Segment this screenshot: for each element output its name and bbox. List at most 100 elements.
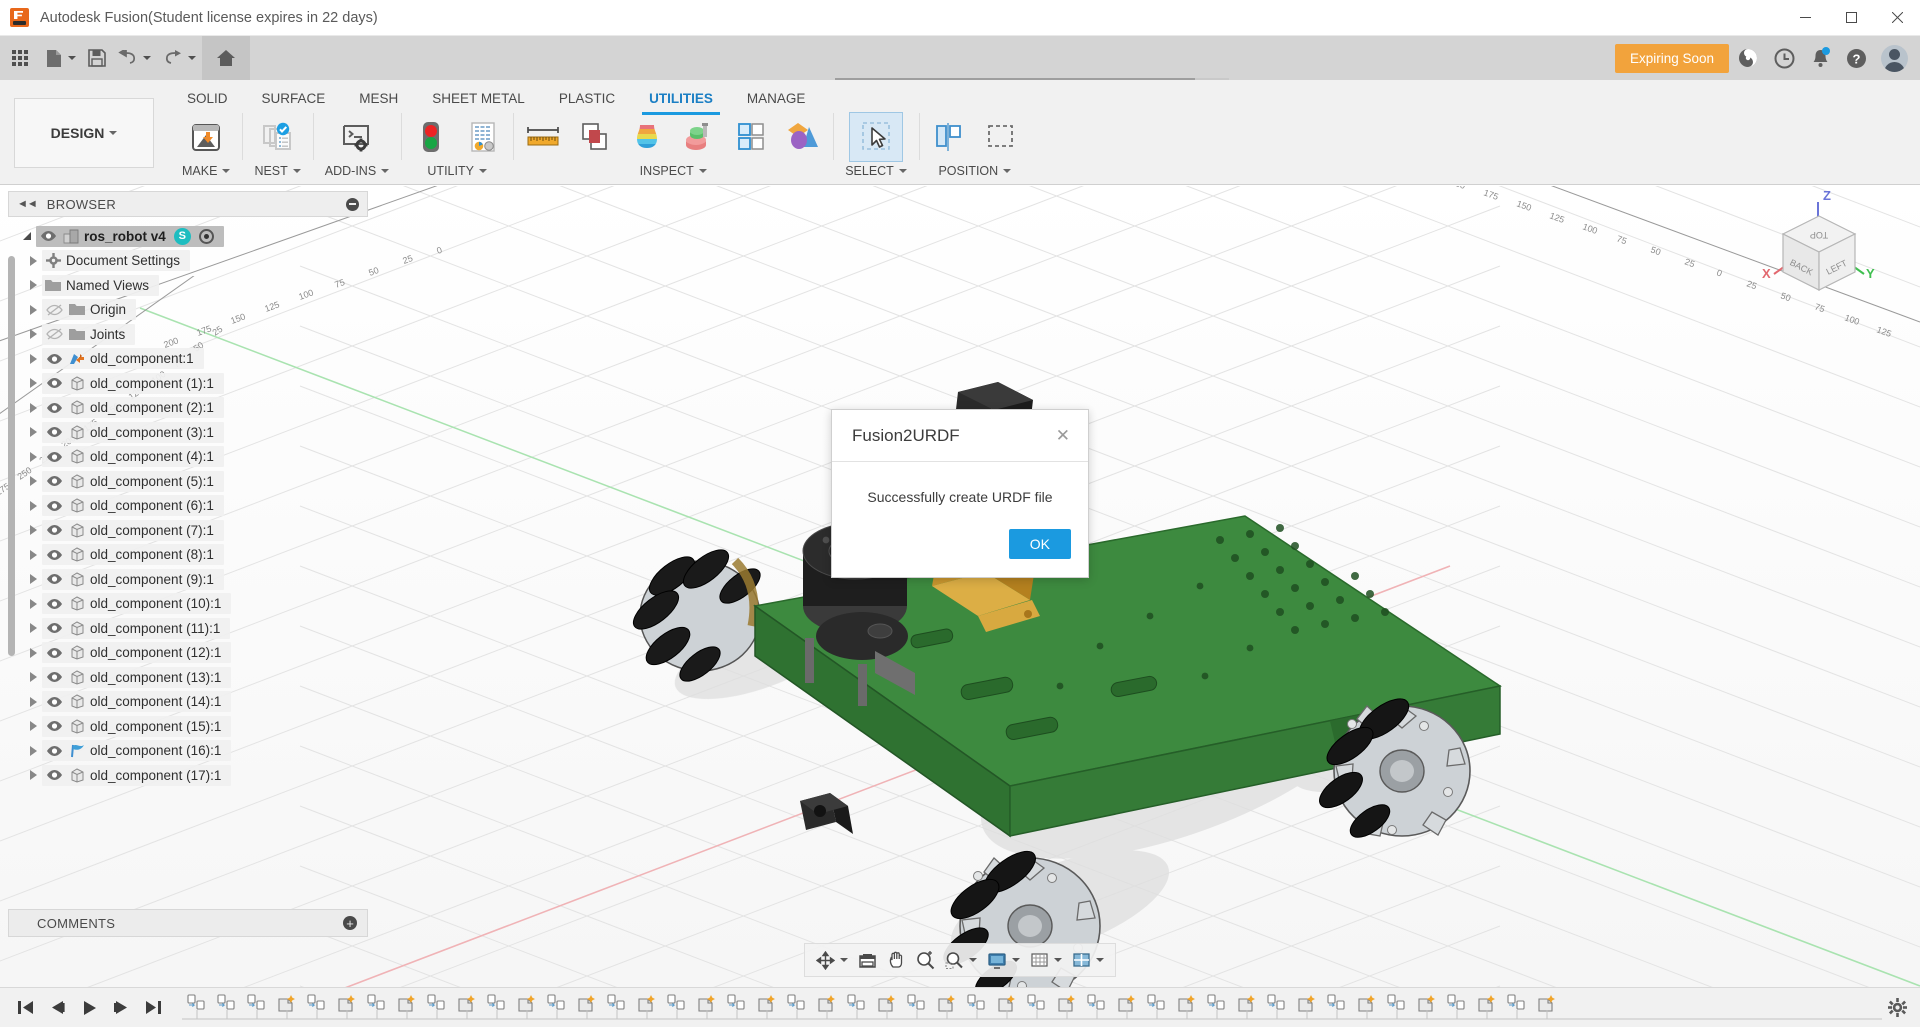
- close-icon[interactable]: ✕: [1052, 423, 1074, 448]
- tree-node-component-3[interactable]: old_component (3):1: [0, 420, 376, 445]
- tree-node-component-2[interactable]: old_component (2):1: [0, 396, 376, 421]
- tree-node-root[interactable]: ros_robot v4 S: [0, 224, 376, 249]
- eye-visible-icon[interactable]: [42, 353, 66, 365]
- panel-add-ins-label[interactable]: ADD-INS: [317, 162, 397, 182]
- go-to-end-button[interactable]: [138, 993, 168, 1023]
- spreadsheet-tool[interactable]: [457, 113, 509, 161]
- panel-position-label[interactable]: POSITION: [930, 162, 1019, 182]
- tree-node-component-9[interactable]: old_component (9):1: [0, 567, 376, 592]
- radio-selected-icon[interactable]: [198, 228, 214, 244]
- align-tool[interactable]: [923, 113, 975, 161]
- tree-node-component-4[interactable]: old_component (4):1: [0, 445, 376, 470]
- expand-twisty[interactable]: [24, 696, 42, 707]
- step-forward-button[interactable]: [106, 993, 136, 1023]
- tree-node-component-13[interactable]: old_component (13):1: [0, 665, 376, 690]
- tree-node-component-17[interactable]: old_component (17):1: [0, 763, 376, 788]
- new-document-button[interactable]: [40, 36, 82, 80]
- eye-visible-icon[interactable]: [42, 622, 66, 634]
- step-back-button[interactable]: [42, 993, 72, 1023]
- zoom-window-tool[interactable]: [940, 945, 982, 975]
- nesting-tool[interactable]: [252, 113, 304, 161]
- app-grid-button[interactable]: [0, 36, 40, 80]
- eye-visible-icon[interactable]: [42, 426, 66, 438]
- expand-twisty[interactable]: [24, 500, 42, 511]
- tree-node-component-10[interactable]: old_component (10):1: [0, 592, 376, 617]
- expand-twisty[interactable]: [24, 574, 42, 585]
- expand-twisty[interactable]: [18, 231, 36, 242]
- go-to-beginning-button[interactable]: [10, 993, 40, 1023]
- tree-node-component-5[interactable]: old_component (5):1: [0, 469, 376, 494]
- minimize-icon[interactable]: [346, 197, 359, 211]
- tree-node-component-12[interactable]: old_component (12):1: [0, 641, 376, 666]
- save-button[interactable]: [82, 36, 112, 80]
- expand-twisty[interactable]: [24, 549, 42, 560]
- eye-visible-icon[interactable]: [42, 769, 66, 781]
- user-avatar[interactable]: [1881, 44, 1908, 72]
- tree-node-origin[interactable]: Origin: [0, 298, 376, 323]
- zoom-tool[interactable]: [911, 945, 940, 975]
- tree-node-component-15[interactable]: old_component (15):1: [0, 714, 376, 739]
- move-copy-tool[interactable]: [975, 113, 1027, 161]
- home-button[interactable]: [202, 36, 250, 80]
- undo-button[interactable]: [112, 36, 157, 80]
- expand-twisty[interactable]: [24, 378, 42, 389]
- help-icon[interactable]: ?: [1839, 36, 1873, 80]
- workspace-selector[interactable]: DESIGN: [14, 98, 154, 168]
- expand-twisty[interactable]: [24, 353, 42, 364]
- orbit-tool[interactable]: [811, 945, 853, 975]
- panel-make-label[interactable]: MAKE: [174, 162, 238, 182]
- pan-tool[interactable]: [882, 945, 911, 975]
- expand-twisty[interactable]: [24, 672, 42, 683]
- minimize-window-button[interactable]: [1782, 0, 1828, 36]
- eye-visible-icon[interactable]: [42, 696, 66, 708]
- tree-node-component-11[interactable]: old_component (11):1: [0, 616, 376, 641]
- eye-visible-icon[interactable]: [42, 377, 66, 389]
- 3d-print-tool[interactable]: [180, 113, 232, 161]
- curvature-comb-tool[interactable]: [621, 113, 673, 161]
- display-component-colors-tool[interactable]: [777, 113, 829, 161]
- expand-twisty[interactable]: [24, 623, 42, 634]
- expand-twisty[interactable]: [24, 598, 42, 609]
- tree-node-component-8[interactable]: old_component (8):1: [0, 543, 376, 568]
- model-state-tool[interactable]: [405, 113, 457, 161]
- redo-button[interactable]: [157, 36, 202, 80]
- browser-scrollbar[interactable]: [8, 256, 15, 656]
- extensions-icon[interactable]: [1731, 36, 1765, 80]
- tree-node-component-0[interactable]: old_component:1: [0, 347, 376, 372]
- maximize-window-button[interactable]: [1828, 0, 1874, 36]
- section-analysis-tool[interactable]: [673, 113, 725, 161]
- expand-twisty[interactable]: [24, 280, 42, 291]
- panel-utility-label[interactable]: UTILITY: [419, 162, 495, 182]
- expand-twisty[interactable]: [24, 304, 42, 315]
- scripts-and-addins-tool[interactable]: [331, 113, 383, 161]
- close-window-button[interactable]: [1874, 0, 1920, 36]
- panel-nest-label[interactable]: NEST: [246, 162, 308, 182]
- cloud-status-badge[interactable]: S: [173, 227, 191, 245]
- eye-visible-icon[interactable]: [42, 745, 66, 757]
- play-button[interactable]: [74, 993, 104, 1023]
- add-comment-button[interactable]: +: [343, 916, 357, 930]
- tree-node-joints[interactable]: Joints: [0, 322, 376, 347]
- eye-visible-icon[interactable]: [36, 230, 60, 242]
- expand-twisty[interactable]: [24, 451, 42, 462]
- expand-twisty[interactable]: [24, 402, 42, 413]
- tree-node-named-views[interactable]: Named Views: [0, 273, 376, 298]
- eye-visible-icon[interactable]: [42, 647, 66, 659]
- expand-twisty[interactable]: [24, 525, 42, 536]
- eye-visible-icon[interactable]: [42, 549, 66, 561]
- expand-twisty[interactable]: [24, 476, 42, 487]
- expand-twisty[interactable]: [24, 721, 42, 732]
- measure-tool[interactable]: [517, 113, 569, 161]
- ok-button[interactable]: OK: [1008, 529, 1071, 559]
- eye-visible-icon[interactable]: [42, 451, 66, 463]
- eye-hidden-icon[interactable]: [42, 304, 66, 316]
- eye-visible-icon[interactable]: [42, 671, 66, 683]
- tree-node-component-7[interactable]: old_component (7):1: [0, 518, 376, 543]
- notifications-bell-icon[interactable]: [1803, 36, 1837, 80]
- job-status-clock-icon[interactable]: [1767, 36, 1801, 80]
- tree-node-component-16[interactable]: old_component (16):1: [0, 739, 376, 764]
- grid-snaps-tool[interactable]: [1025, 945, 1067, 975]
- eye-visible-icon[interactable]: [42, 402, 66, 414]
- view-cube[interactable]: Z X Y TOP BACK LEFT: [1758, 186, 1878, 306]
- interference-tool[interactable]: [569, 113, 621, 161]
